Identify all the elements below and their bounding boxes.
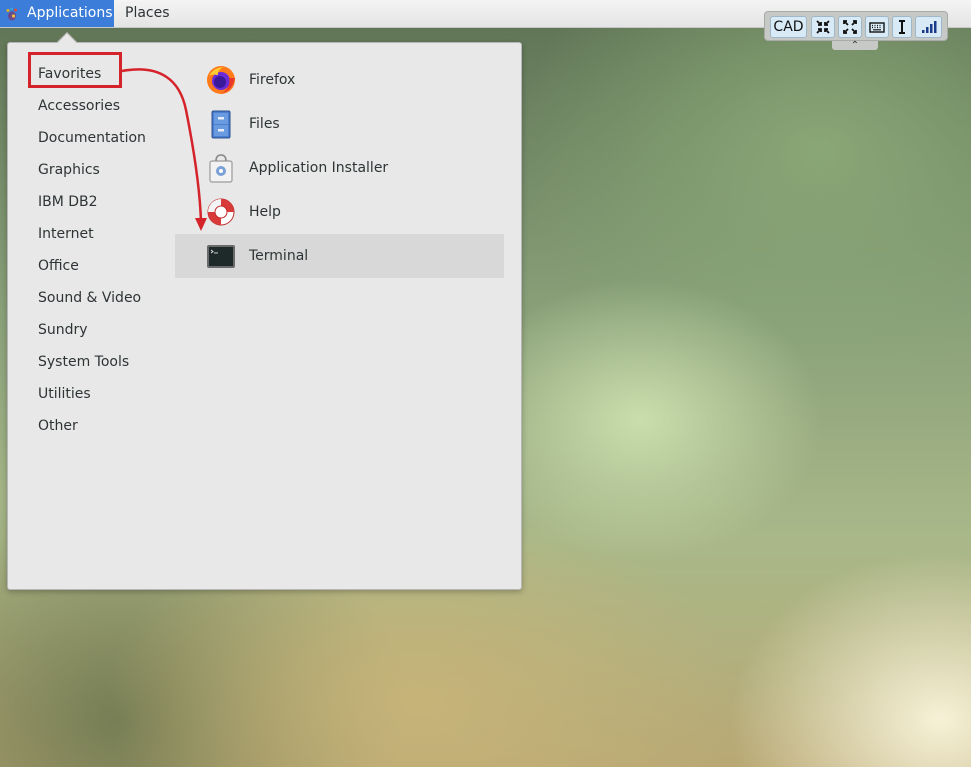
app-item-application-installer[interactable]: Application Installer (175, 146, 504, 190)
app-installer-icon (209, 154, 233, 183)
app-item-files[interactable]: Files (175, 102, 504, 146)
fullscreen-icon (843, 20, 857, 34)
favorites-highlight-box (28, 52, 122, 88)
category-utilities[interactable]: Utilities (38, 382, 91, 406)
app-label-application-installer: Application Installer (249, 160, 389, 176)
vnc-toolbar: CAD (764, 11, 948, 41)
lifebuoy-help-icon (207, 198, 235, 226)
text-input-button[interactable] (892, 16, 912, 38)
app-item-firefox[interactable]: Firefox (175, 58, 504, 102)
category-sundry[interactable]: Sundry (38, 318, 88, 342)
exit-fullscreen-icon (816, 20, 830, 34)
category-sound-video[interactable]: Sound & Video (38, 286, 141, 310)
category-other[interactable]: Other (38, 414, 78, 438)
files-cabinet-icon (211, 110, 231, 139)
category-graphics[interactable]: Graphics (38, 158, 100, 182)
connection-quality-button[interactable] (915, 16, 942, 38)
cad-label: CAD (773, 19, 804, 35)
app-label-terminal: Terminal (249, 248, 309, 264)
category-office[interactable]: Office (38, 254, 79, 278)
keyboard-icon (869, 22, 885, 33)
terminal-icon (207, 245, 235, 268)
app-label-firefox: Firefox (249, 72, 296, 88)
fullscreen-button[interactable] (838, 16, 862, 38)
category-accessories[interactable]: Accessories (38, 94, 120, 118)
keyboard-button[interactable] (865, 16, 889, 38)
category-internet[interactable]: Internet (38, 222, 94, 246)
applications-label: Applications (27, 5, 113, 21)
text-cursor-icon (899, 20, 905, 34)
applications-menu-button[interactable]: Applications (0, 0, 114, 27)
chevron-up-icon: ⌃ (850, 40, 860, 51)
places-label: Places (125, 5, 170, 21)
gnome-foot-icon (6, 7, 17, 21)
exit-fullscreen-button[interactable] (811, 16, 835, 38)
signal-bars-icon (921, 21, 936, 33)
category-documentation[interactable]: Documentation (38, 126, 146, 150)
places-menu-button[interactable]: Places (114, 0, 181, 27)
ctrl-alt-del-button[interactable]: CAD (770, 16, 807, 38)
app-item-help[interactable]: Help (175, 190, 504, 234)
firefox-icon (207, 66, 235, 94)
vnc-toolbar-handle[interactable]: ⌃ (832, 40, 878, 51)
app-label-files: Files (249, 116, 280, 132)
app-label-help: Help (249, 204, 281, 220)
category-ibm-db2[interactable]: IBM DB2 (38, 190, 98, 214)
app-item-terminal[interactable]: Terminal (175, 234, 504, 278)
menu-pointer (57, 32, 77, 52)
category-system-tools[interactable]: System Tools (38, 350, 129, 374)
